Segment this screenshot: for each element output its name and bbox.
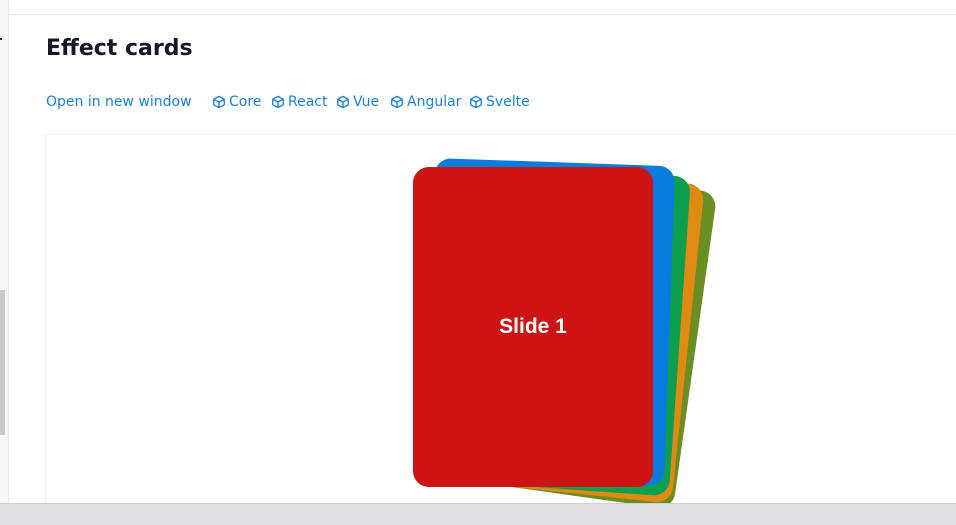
core-link[interactable]: Core [212, 92, 261, 112]
core-link-label: Core [229, 94, 262, 110]
vue-link-label: Vue [353, 94, 380, 110]
react-link-label: React [288, 94, 328, 110]
left-sidebar-edge [0, 0, 9, 503]
slide-1-label: Slide 1 [499, 315, 567, 338]
react-link[interactable]: React [271, 92, 327, 112]
slide-1[interactable]: Slide 1 [413, 167, 653, 487]
cube-icon [213, 95, 225, 109]
cube-icon [337, 95, 349, 109]
demo-frame: Slide 1 [45, 134, 956, 508]
sidebar-scrollbar[interactable] [0, 290, 5, 435]
cube-icon [470, 95, 482, 109]
svelte-link-label: Svelte [486, 94, 530, 110]
edge-marker [0, 38, 2, 40]
svelte-link[interactable]: Svelte [469, 92, 530, 112]
bottom-status-bar [0, 503, 956, 525]
page-title: Effect cards [46, 36, 193, 61]
vue-link[interactable]: Vue [336, 92, 379, 112]
cube-icon [391, 95, 403, 109]
cube-icon [272, 95, 284, 109]
open-in-new-window-link[interactable]: Open in new window [46, 92, 192, 112]
angular-link[interactable]: Angular [390, 92, 461, 112]
angular-link-label: Angular [407, 94, 462, 110]
header-divider [8, 14, 956, 15]
